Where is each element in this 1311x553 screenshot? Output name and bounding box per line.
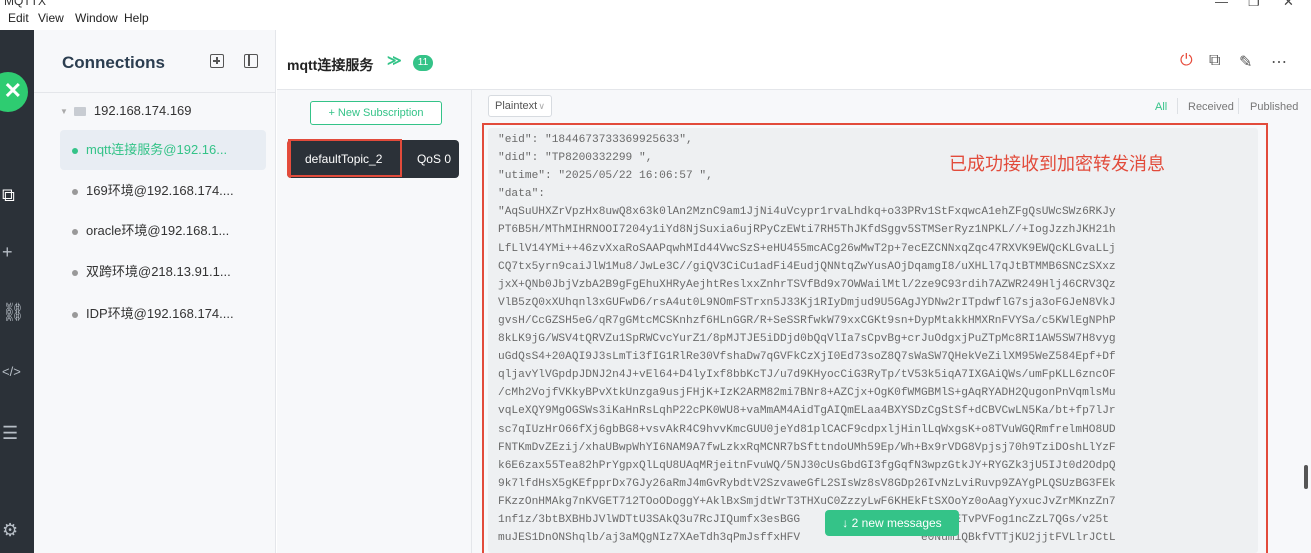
title-bar: MQTTX — ❐ ✕ — [0, 0, 1311, 8]
status-dot-icon — [72, 269, 78, 276]
minimize-button[interactable]: — — [1215, 0, 1228, 8]
menu-bar: Edit View Window Help — [0, 8, 1311, 30]
connection-group[interactable]: ▼ 192.168.174.169 — [60, 101, 192, 121]
connection-name: mqtt连接服务 — [287, 57, 374, 73]
close-button[interactable]: ✕ — [1283, 0, 1294, 8]
divider — [1177, 98, 1178, 114]
folder-icon — [73, 107, 86, 117]
filter-published[interactable]: Published — [1250, 101, 1298, 113]
status-dot-icon — [72, 228, 78, 235]
new-connection-icon[interactable] — [210, 54, 224, 68]
menu-help[interactable]: Help — [124, 11, 149, 25]
topic-highlight-box — [288, 139, 402, 177]
connection-label: oracle环境@192.168.1... — [86, 223, 230, 238]
message-filter-bar: Plaintext ∨ All Received Published — [472, 90, 1311, 122]
filter-received[interactable]: Received — [1188, 101, 1234, 113]
connections-icon[interactable]: ⧉ — [2, 185, 22, 206]
connection-topbar: mqtt连接服务 ≫ 11 ⏻ ⧉ ✎ ⋯ — [277, 30, 1311, 90]
toggle-panel-icon[interactable] — [244, 54, 258, 68]
settings-icon[interactable]: ⚙ — [2, 520, 22, 541]
connection-item-mqtt[interactable]: mqtt连接服务@192.16... — [60, 130, 266, 170]
connection-item-169[interactable]: 169环境@192.168.174.... — [60, 171, 266, 211]
connection-label: mqtt连接服务@192.16... — [86, 142, 228, 157]
divider — [1238, 98, 1239, 114]
topology-icon[interactable]: ⛓ — [2, 302, 25, 323]
connections-header: Connections — [62, 53, 165, 72]
copy-icon[interactable]: ⧉ — [1209, 52, 1220, 70]
chevron-down-icon: ∨ — [538, 101, 545, 111]
new-messages-button[interactable]: ↓ 2 new messages — [825, 510, 959, 536]
plus-icon[interactable]: + — [2, 242, 22, 263]
connections-panel: Connections ▼ 192.168.174.169 mqtt连接服务@19… — [34, 30, 276, 553]
log-icon[interactable]: ☰ — [2, 423, 22, 444]
status-dot-icon — [72, 147, 78, 154]
connection-item-oracle[interactable]: oracle环境@192.168.1... — [60, 211, 266, 251]
message-count-badge: 11 — [413, 55, 433, 71]
connection-label: IDP环境@192.168.174.... — [86, 306, 234, 321]
app-logo-icon: ✕ — [0, 72, 28, 112]
menu-window[interactable]: Window — [75, 11, 118, 25]
status-dot-icon — [72, 311, 78, 318]
divider — [34, 92, 276, 93]
chevron-down-icon[interactable]: ≫ — [387, 52, 402, 69]
edit-icon[interactable]: ✎ — [1239, 52, 1252, 72]
filter-all[interactable]: All — [1155, 101, 1167, 113]
caret-down-icon: ▼ — [60, 106, 68, 116]
connection-label: 双跨环境@218.13.91.1... — [86, 264, 231, 279]
more-icon[interactable]: ⋯ — [1271, 52, 1287, 72]
status-dot-icon — [72, 188, 78, 195]
annotation-text: 已成功接收到加密转发消息 — [949, 154, 1165, 174]
payload-format-select[interactable]: Plaintext ∨ — [488, 95, 552, 117]
new-subscription-button[interactable]: + New Subscription — [310, 101, 442, 125]
menu-edit[interactable]: Edit — [8, 11, 29, 25]
payload-format-label: Plaintext — [495, 100, 538, 112]
group-label: 192.168.174.169 — [93, 103, 192, 118]
icon-rail: ✕ ⧉ + ⛓ </> ☰ ⚙ — [0, 30, 34, 553]
script-icon[interactable]: </> — [2, 364, 22, 379]
scrollbar-thumb[interactable] — [1304, 465, 1308, 489]
window-title: MQTTX — [4, 0, 46, 8]
connection-item-idp[interactable]: IDP环境@192.168.174.... — [60, 294, 266, 334]
topic-qos: QoS 0 — [416, 152, 451, 166]
message-highlight-box — [482, 123, 1268, 553]
connection-item-shuangkua[interactable]: 双跨环境@218.13.91.1... — [60, 252, 266, 292]
connection-label: 169环境@192.168.174.... — [86, 183, 234, 198]
menu-view[interactable]: View — [38, 11, 64, 25]
maximize-button[interactable]: ❐ — [1248, 0, 1260, 8]
power-icon[interactable]: ⏻ — [1180, 52, 1193, 70]
